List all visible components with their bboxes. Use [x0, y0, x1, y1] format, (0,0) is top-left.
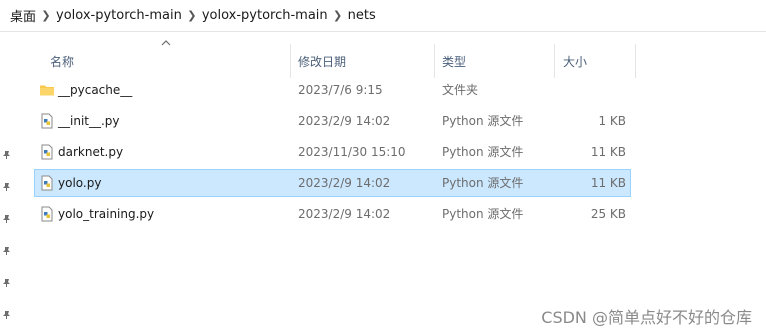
file-row[interactable]: yolo_training.py 2023/2/9 14:02 Python 源…: [34, 200, 631, 228]
chevron-right-icon[interactable]: ❯: [328, 9, 348, 22]
file-row[interactable]: __pycache__ 2023/7/6 9:15 文件夹: [34, 76, 631, 104]
file-explorer-window: 桌面 ❯ yolox-pytorch-main ❯ yolox-pytorch-…: [0, 0, 766, 334]
column-divider[interactable]: [290, 44, 291, 78]
breadcrumb-item-yolox-pytorch-main[interactable]: yolox-pytorch-main: [56, 8, 182, 23]
chevron-right-icon[interactable]: ❯: [36, 9, 56, 22]
column-header-size[interactable]: 大小: [563, 44, 635, 78]
python-file-icon: [41, 175, 53, 191]
file-row[interactable]: __init__.py 2023/2/9 14:02 Python 源文件 1 …: [34, 107, 631, 135]
file-type: Python 源文件: [442, 114, 524, 128]
pin-icon[interactable]: [2, 214, 12, 224]
column-header-type[interactable]: 类型: [442, 44, 554, 78]
pin-icon[interactable]: [2, 150, 12, 160]
column-divider[interactable]: [635, 44, 636, 78]
python-file-icon: [41, 206, 53, 222]
column-header-name[interactable]: 名称: [50, 44, 290, 78]
file-name: yolo_training.py: [58, 207, 155, 221]
file-size: 1 KB: [598, 114, 626, 128]
breadcrumb-item-yolox-pytorch-main-inner[interactable]: yolox-pytorch-main: [202, 8, 328, 23]
watermark: CSDN @简单点好不好的仓库: [541, 308, 752, 327]
breadcrumb-item-desktop[interactable]: 桌面: [10, 6, 36, 25]
file-date: 2023/2/9 14:02: [298, 114, 391, 128]
column-header-row: 名称 修改日期 类型 大小: [0, 32, 766, 80]
column-header-date[interactable]: 修改日期: [298, 44, 434, 78]
breadcrumb-item-nets[interactable]: nets: [348, 8, 376, 23]
python-file-icon: [41, 113, 53, 129]
file-type: Python 源文件: [442, 145, 524, 159]
file-name: yolo.py: [58, 176, 102, 190]
file-size: 11 KB: [590, 145, 626, 159]
file-type: Python 源文件: [442, 207, 524, 221]
column-divider[interactable]: [434, 44, 435, 78]
file-type: 文件夹: [442, 83, 479, 97]
folder-icon: [40, 85, 54, 96]
pin-icon[interactable]: [2, 278, 12, 288]
pin-icon[interactable]: [2, 246, 12, 256]
file-size: 25 KB: [590, 207, 626, 221]
file-size: 11 KB: [590, 176, 626, 190]
pin-icon[interactable]: [2, 182, 12, 192]
file-row-selected[interactable]: yolo.py 2023/2/9 14:02 Python 源文件 11 KB: [34, 169, 631, 197]
chevron-right-icon[interactable]: ❯: [182, 9, 202, 22]
file-date: 2023/11/30 15:10: [298, 145, 406, 159]
file-type: Python 源文件: [442, 176, 524, 190]
column-divider[interactable]: [554, 44, 555, 78]
file-name: __pycache__: [58, 83, 133, 97]
pin-icon[interactable]: [2, 310, 12, 320]
python-file-icon: [41, 144, 53, 160]
file-date: 2023/2/9 14:02: [298, 176, 391, 190]
file-date: 2023/2/9 14:02: [298, 207, 391, 221]
file-date: 2023/7/6 9:15: [298, 83, 383, 97]
breadcrumb: 桌面 ❯ yolox-pytorch-main ❯ yolox-pytorch-…: [0, 0, 766, 32]
file-name: darknet.py: [58, 145, 124, 159]
file-row[interactable]: darknet.py 2023/11/30 15:10 Python 源文件 1…: [34, 138, 631, 166]
file-name: __init__.py: [58, 114, 120, 128]
